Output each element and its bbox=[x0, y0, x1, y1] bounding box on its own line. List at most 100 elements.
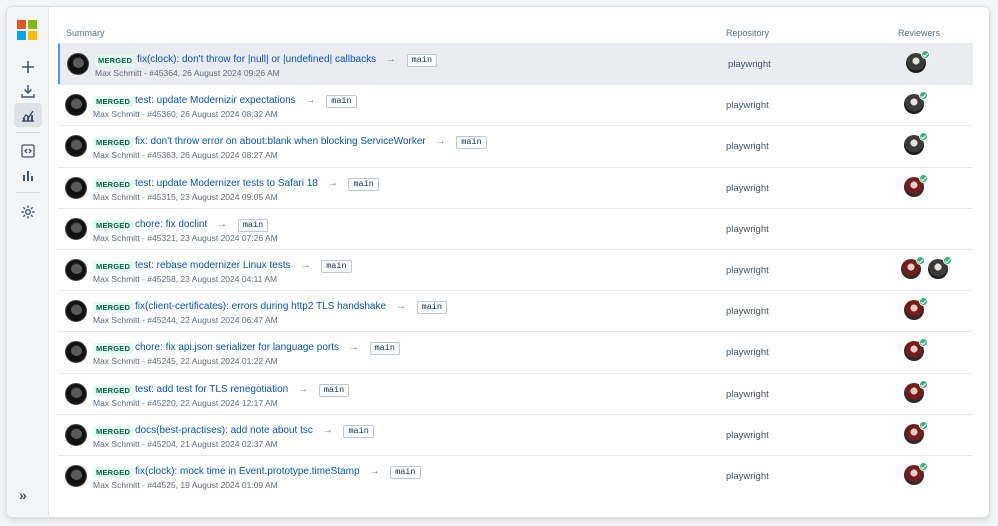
merged-badge: MERGED bbox=[93, 96, 134, 108]
reviewer-avatar[interactable] bbox=[904, 338, 928, 362]
table-row[interactable]: MERGED test: update Modernizer tests to … bbox=[58, 166, 973, 208]
reviewer-avatar[interactable] bbox=[904, 420, 928, 444]
arrow-right-icon: → bbox=[300, 259, 311, 271]
approved-check-icon bbox=[916, 255, 925, 265]
pr-title-line: test: update Modernizer tests to Safari … bbox=[135, 177, 379, 191]
pr-title-line: fix(client-certificates): errors during … bbox=[135, 301, 448, 315]
pr-title-line: fix: don't throw error on about:blank wh… bbox=[135, 136, 487, 150]
merged-badge: MERGED bbox=[95, 55, 136, 66]
merged-badge: MERGED bbox=[93, 302, 134, 314]
pr-title-line: chore: fix doclint → main bbox=[135, 218, 269, 232]
author-avatar[interactable] bbox=[65, 94, 87, 117]
pr-meta: Max Schmitt - #45204, 21 August 2024 02:… bbox=[93, 438, 278, 449]
download-icon[interactable] bbox=[14, 79, 42, 103]
repository-header[interactable]: Repository bbox=[726, 28, 769, 38]
arrow-right-icon: → bbox=[395, 301, 406, 313]
table-row[interactable]: MERGED test: add test for TLS renegotiat… bbox=[58, 372, 973, 414]
merged-badge: MERGED bbox=[93, 384, 134, 396]
approved-check-icon bbox=[919, 91, 928, 101]
microsoft-logo[interactable] bbox=[17, 20, 37, 40]
reviewers-header[interactable]: Reviewers bbox=[898, 28, 940, 38]
merged-badge: MERGED bbox=[93, 466, 134, 478]
pr-title-link[interactable]: fix: don't throw error on about:blank wh… bbox=[135, 136, 426, 147]
pr-title-line: fix(clock): don't throw for |null| or |u… bbox=[137, 54, 438, 67]
repository-name: playwright bbox=[726, 141, 769, 153]
approved-check-icon bbox=[921, 50, 930, 59]
reviewer-avatar[interactable] bbox=[901, 255, 925, 279]
author-avatar[interactable] bbox=[65, 135, 87, 158]
repository-name: playwright bbox=[726, 100, 769, 112]
pr-title-link[interactable]: fix(clock): mock time in Event.prototype… bbox=[135, 466, 360, 477]
author-avatar[interactable] bbox=[65, 176, 87, 199]
pr-title-link[interactable]: fix(client-certificates): errors during … bbox=[135, 301, 386, 312]
table-row[interactable]: MERGED fix(clock): mock time in Event.pr… bbox=[58, 454, 973, 496]
pr-title-link[interactable]: chore: fix doclint bbox=[135, 219, 207, 230]
repository-name: playwright bbox=[726, 347, 769, 359]
author-avatar[interactable] bbox=[65, 300, 87, 323]
code-icon[interactable] bbox=[14, 139, 42, 163]
chart-icon[interactable] bbox=[14, 103, 42, 127]
merged-badge: MERGED bbox=[93, 260, 134, 272]
reviewer-avatar[interactable] bbox=[904, 297, 928, 321]
pr-title-line: test: add test for TLS renegotiation → m… bbox=[135, 383, 350, 397]
table-row[interactable]: MERGED chore: fix api.json serializer fo… bbox=[58, 331, 973, 372]
approved-check-icon bbox=[919, 420, 928, 430]
branch-label: main bbox=[326, 95, 357, 109]
merged-badge: MERGED bbox=[93, 425, 134, 437]
pr-title-link[interactable]: fix(clock): don't throw for |null| or |u… bbox=[137, 54, 376, 65]
reviewer-avatar[interactable] bbox=[928, 255, 952, 279]
plus-icon[interactable] bbox=[14, 55, 42, 79]
expand-sidebar-button[interactable]: » bbox=[19, 487, 27, 503]
reviewer-avatar[interactable] bbox=[904, 91, 928, 115]
author-avatar[interactable] bbox=[65, 258, 87, 281]
sidebar: » bbox=[7, 7, 49, 517]
table-row[interactable]: MERGED fix(client-certificates): errors … bbox=[58, 290, 973, 331]
repository-name: playwright bbox=[726, 182, 769, 194]
pull-request-list: Summary Repository Reviewers MERGED fix(… bbox=[58, 7, 979, 517]
reviewer-avatar[interactable] bbox=[904, 461, 928, 485]
reviewer-avatar[interactable] bbox=[904, 379, 928, 403]
pr-meta: Max Schmitt - #44525, 19 August 2024 01:… bbox=[93, 479, 278, 490]
repository-name: playwright bbox=[726, 388, 769, 400]
gear-icon[interactable] bbox=[14, 200, 42, 224]
reviewer-avatar[interactable] bbox=[904, 132, 928, 156]
branch-label: main bbox=[406, 54, 438, 67]
author-avatar[interactable] bbox=[65, 341, 87, 364]
pr-title-line: test: rebase modernizer Linux tests → ma… bbox=[135, 259, 352, 273]
bar-chart-icon[interactable] bbox=[14, 163, 42, 187]
merged-badge: MERGED bbox=[93, 137, 134, 149]
pr-meta: Max Schmitt - #45364, 26 August 2024 09:… bbox=[95, 68, 280, 78]
pr-title-link[interactable]: chore: fix api.json serializer for langu… bbox=[135, 342, 339, 353]
pr-title-line: fix(clock): mock time in Event.prototype… bbox=[135, 465, 421, 479]
table-row[interactable]: MERGED test: update Modernizir expectati… bbox=[58, 84, 973, 125]
pr-title-link[interactable]: test: update Modernizer tests to Safari … bbox=[135, 178, 318, 189]
table-row[interactable]: MERGED test: rebase modernizer Linux tes… bbox=[58, 248, 973, 290]
repository-name: playwright bbox=[726, 306, 769, 318]
approved-check-icon bbox=[919, 173, 928, 183]
arrow-right-icon: → bbox=[327, 177, 338, 189]
reviewer-avatar[interactable] bbox=[904, 173, 928, 197]
arrow-right-icon: → bbox=[322, 424, 333, 436]
branch-label: main bbox=[369, 342, 400, 356]
merged-badge: MERGED bbox=[93, 219, 134, 231]
author-avatar[interactable] bbox=[65, 464, 87, 487]
table-row[interactable]: MERGED docs(best-practises): add note ab… bbox=[58, 413, 973, 455]
author-avatar[interactable] bbox=[65, 217, 87, 240]
author-avatar[interactable] bbox=[65, 382, 87, 405]
table-row[interactable]: MERGED chore: fix doclint → main Max Sch… bbox=[58, 207, 973, 249]
table-row[interactable]: MERGED fix(clock): don't throw for |null… bbox=[58, 43, 973, 85]
summary-header[interactable]: Summary bbox=[66, 28, 105, 38]
approved-check-icon bbox=[919, 461, 928, 471]
author-avatar[interactable] bbox=[67, 53, 89, 75]
reviewer-avatar[interactable] bbox=[906, 50, 930, 73]
pr-title-link[interactable]: docs(best-practises): add note about tsc bbox=[135, 425, 313, 436]
author-avatar[interactable] bbox=[65, 423, 87, 446]
arrow-right-icon: → bbox=[348, 342, 359, 354]
table-row[interactable]: MERGED fix: don't throw error on about:b… bbox=[58, 125, 973, 166]
pr-title-link[interactable]: test: rebase modernizer Linux tests bbox=[135, 260, 291, 271]
pr-title-link[interactable]: test: add test for TLS renegotiation bbox=[135, 384, 288, 395]
pr-title-link[interactable]: test: update Modernizir expectations bbox=[135, 95, 296, 106]
branch-label: main bbox=[318, 383, 350, 397]
repository-name: playwright bbox=[726, 470, 769, 482]
merged-badge: MERGED bbox=[93, 343, 134, 355]
